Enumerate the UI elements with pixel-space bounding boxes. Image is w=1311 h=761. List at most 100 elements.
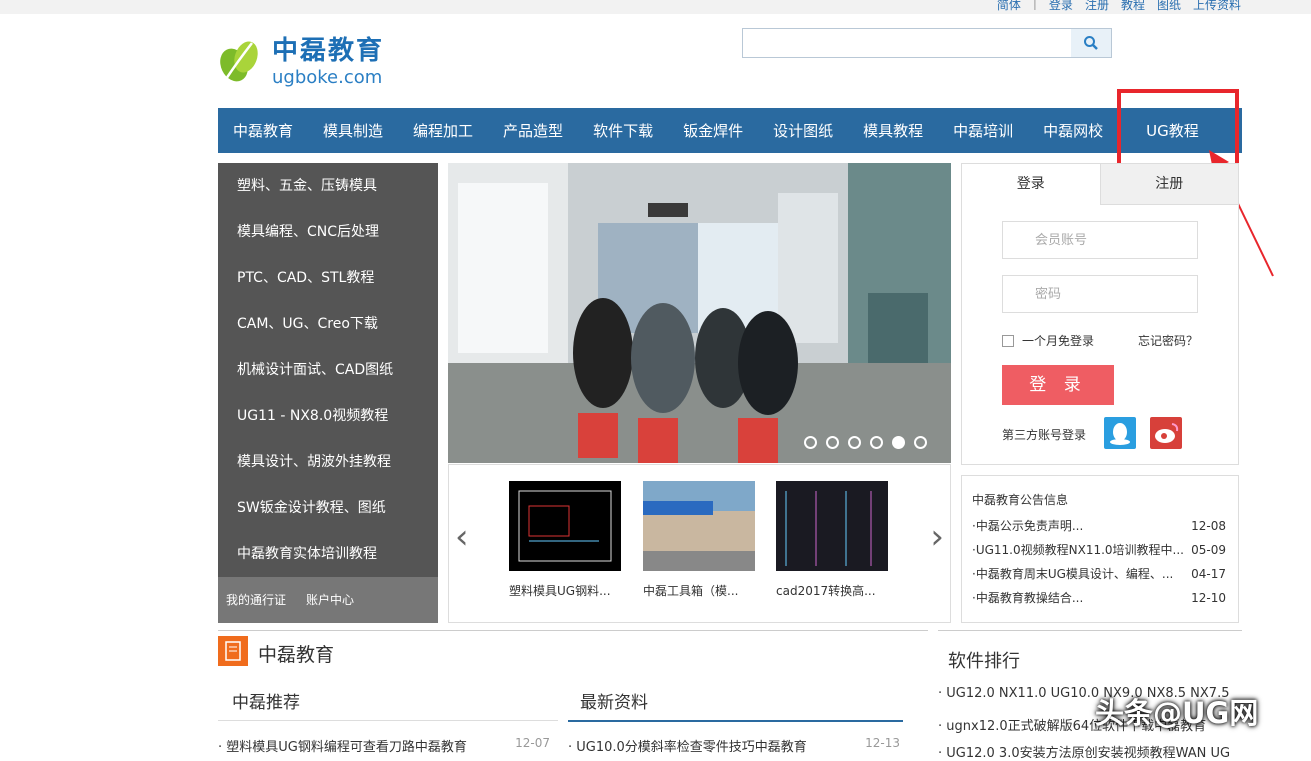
upload-link[interactable]: 上传资料 bbox=[1193, 0, 1241, 13]
thumb-item[interactable]: 中磊工具箱（模... bbox=[643, 481, 755, 599]
active-underline bbox=[568, 720, 903, 722]
ranking-item[interactable]: · UG12.0 3.0安装方法原创安装视频教程WAN UG bbox=[938, 742, 1230, 761]
login-link[interactable]: 登录 bbox=[1049, 0, 1073, 13]
weibo-icon[interactable] bbox=[1150, 417, 1182, 449]
login-button[interactable]: 登 录 bbox=[1002, 365, 1114, 405]
main-nav: 中磊教育 模具制造 编程加工 产品造型 软件下载 钣金焊件 设计图纸 模具教程 … bbox=[218, 108, 1242, 153]
nav-item-training[interactable]: 中磊培训 bbox=[938, 120, 1028, 141]
lang-link[interactable]: 简体 bbox=[997, 0, 1021, 13]
notice-date: 05-09 bbox=[1191, 543, 1226, 557]
tab-register[interactable]: 注册 bbox=[1099, 164, 1238, 205]
separator: | bbox=[1032, 0, 1037, 10]
notice-panel: 中磊教育公告信息 ·中磊公示免责声明... 12-08 ·UG11.0视频教程NX… bbox=[961, 475, 1239, 623]
thumb-item[interactable]: 塑料模具UG钢料... bbox=[509, 481, 621, 599]
ranking-divider bbox=[938, 630, 1242, 631]
tutorials-link[interactable]: 教程 bbox=[1121, 0, 1145, 13]
divider bbox=[218, 720, 558, 721]
notice-date: 12-08 bbox=[1191, 519, 1226, 533]
thumbnail-carousel: ‹ 塑料模具UG钢料... 中磊工具箱（模... cad2017转换高... › bbox=[448, 464, 951, 623]
nav-item-online-school[interactable]: 中磊网校 bbox=[1028, 120, 1118, 141]
thumb-item[interactable]: cad2017转换高... bbox=[776, 481, 888, 599]
notice-text: ·中磊公示免责声明... bbox=[972, 519, 1084, 533]
remember-me[interactable]: 一个月免登录 bbox=[1002, 332, 1094, 349]
cad-drawing-thumbnail bbox=[509, 481, 621, 571]
notice-date: 12-10 bbox=[1191, 591, 1226, 605]
notice-text: ·中磊教育周末UG模具设计、编程、... bbox=[972, 567, 1174, 581]
slide-dot[interactable] bbox=[870, 436, 883, 449]
list-item[interactable]: · 塑料模具UG钢料编程可查看刀路中磊教育 12-07 bbox=[218, 736, 550, 755]
nav-item-product[interactable]: 产品造型 bbox=[488, 120, 578, 141]
storefront-thumbnail bbox=[643, 481, 755, 571]
notice-text: ·UG11.0视频教程NX11.0培训教程中... bbox=[972, 543, 1184, 557]
remember-label: 一个月免登录 bbox=[1022, 334, 1095, 348]
tab-login[interactable]: 登录 bbox=[962, 164, 1100, 205]
chevron-left-icon[interactable]: ‹ bbox=[455, 517, 469, 557]
nav-item-mold[interactable]: 模具制造 bbox=[308, 120, 398, 141]
ranking-title: 软件排行 bbox=[948, 651, 1020, 672]
slide-dots bbox=[804, 436, 927, 449]
sidebar-item-cam[interactable]: CAM、UG、Creo下载 bbox=[218, 301, 438, 347]
latest-heading[interactable]: 最新资料 bbox=[580, 688, 648, 713]
remember-checkbox[interactable] bbox=[1002, 334, 1014, 347]
nav-item-programming[interactable]: 编程加工 bbox=[398, 120, 488, 141]
drawings-link[interactable]: 图纸 bbox=[1157, 0, 1181, 13]
sidebar-item-cnc[interactable]: 模具编程、CNC后处理 bbox=[218, 209, 438, 255]
list-item-text: · UG10.0分模斜率检查零件技巧中磊教育 bbox=[568, 740, 807, 755]
thumb-caption: cad2017转换高... bbox=[776, 584, 876, 598]
chevron-right-icon[interactable]: › bbox=[930, 517, 944, 557]
nav-item-mold-tutorial[interactable]: 模具教程 bbox=[848, 120, 938, 141]
passport-link[interactable]: 我的通行证 bbox=[226, 577, 286, 623]
nav-item-software[interactable]: 软件下载 bbox=[578, 120, 668, 141]
sidebar-item-ptc[interactable]: PTC、CAD、STL教程 bbox=[218, 255, 438, 301]
sidebar-item-training[interactable]: 中磊教育实体培训教程 bbox=[218, 531, 438, 577]
notice-item[interactable]: ·中磊公示免责声明... 12-08 bbox=[962, 514, 1238, 538]
sidebar-item-mold[interactable]: 塑料、五金、压铸模具 bbox=[218, 163, 438, 209]
slide-dot[interactable] bbox=[826, 436, 839, 449]
register-link[interactable]: 注册 bbox=[1085, 0, 1109, 13]
slide-dot-active[interactable] bbox=[892, 436, 905, 449]
notice-title: 中磊教育公告信息 bbox=[972, 493, 1069, 507]
top-links: 简体 | 登录 注册 教程 图纸 上传资料 bbox=[997, 0, 1241, 13]
list-item[interactable]: · UG10.0分模斜率检查零件技巧中磊教育 12-13 bbox=[568, 736, 900, 755]
notice-item[interactable]: ·UG11.0视频教程NX11.0培训教程中... 05-09 bbox=[962, 538, 1238, 562]
notice-item[interactable]: ·中磊教育教操结合... 12-10 bbox=[962, 586, 1238, 610]
thumb-caption: 塑料模具UG钢料... bbox=[509, 584, 611, 598]
nav-item-home[interactable]: 中磊教育 bbox=[218, 120, 308, 141]
notice-item[interactable]: ·中磊教育周末UG模具设计、编程、... 04-17 bbox=[962, 562, 1238, 586]
site-logo[interactable]: 中磊教育 ugboke.com bbox=[218, 30, 384, 88]
sidebar-footer: 我的通行证 账户中心 bbox=[218, 577, 438, 623]
account-center-link[interactable]: 账户中心 bbox=[306, 577, 354, 623]
thumb-caption: 中磊工具箱（模... bbox=[643, 584, 739, 598]
list-item-text: · 塑料模具UG钢料编程可查看刀路中磊教育 bbox=[218, 740, 467, 755]
slide-dot[interactable] bbox=[848, 436, 861, 449]
search-button[interactable] bbox=[1071, 29, 1111, 57]
section-divider bbox=[218, 630, 928, 631]
category-sidebar: 塑料、五金、压铸模具 模具编程、CNC后处理 PTC、CAD、STL教程 CAM… bbox=[218, 163, 438, 623]
classroom-photo bbox=[448, 163, 951, 463]
logo-cn-text: 中磊教育 bbox=[272, 36, 385, 66]
watermark: 头条@UG网 bbox=[1095, 696, 1259, 730]
leaf-logo-icon bbox=[218, 35, 262, 83]
section-title: 中磊教育 bbox=[258, 644, 335, 666]
banner-slideshow[interactable] bbox=[448, 163, 951, 463]
forgot-password-link[interactable]: 忘记密码？ bbox=[1138, 332, 1198, 349]
recommend-heading[interactable]: 中磊推荐 bbox=[232, 688, 300, 713]
password-field[interactable]: 密码 bbox=[1002, 275, 1198, 313]
nav-item-drawings[interactable]: 设计图纸 bbox=[758, 120, 848, 141]
list-item-date: 12-07 bbox=[515, 736, 550, 750]
sidebar-item-sw[interactable]: SW钣金设计教程、图纸 bbox=[218, 485, 438, 531]
sidebar-item-plugin[interactable]: 模具设计、胡波外挂教程 bbox=[218, 439, 438, 485]
logo-en-text: ugboke.com bbox=[272, 67, 383, 88]
notice-text: ·中磊教育教操结合... bbox=[972, 591, 1084, 605]
qq-icon[interactable] bbox=[1104, 417, 1136, 449]
notice-date: 04-17 bbox=[1191, 567, 1226, 581]
sidebar-item-ug-video[interactable]: UG11 - NX8.0视频教程 bbox=[218, 393, 438, 439]
third-party-label: 第三方账号登录 bbox=[1002, 428, 1087, 442]
nav-item-sheetmetal[interactable]: 钣金焊件 bbox=[668, 120, 758, 141]
account-field[interactable]: 会员账号 bbox=[1002, 221, 1198, 259]
search-input[interactable] bbox=[743, 29, 1071, 57]
document-icon bbox=[218, 636, 248, 666]
slide-dot[interactable] bbox=[804, 436, 817, 449]
slide-dot[interactable] bbox=[914, 436, 927, 449]
sidebar-item-design[interactable]: 机械设计面试、CAD图纸 bbox=[218, 347, 438, 393]
